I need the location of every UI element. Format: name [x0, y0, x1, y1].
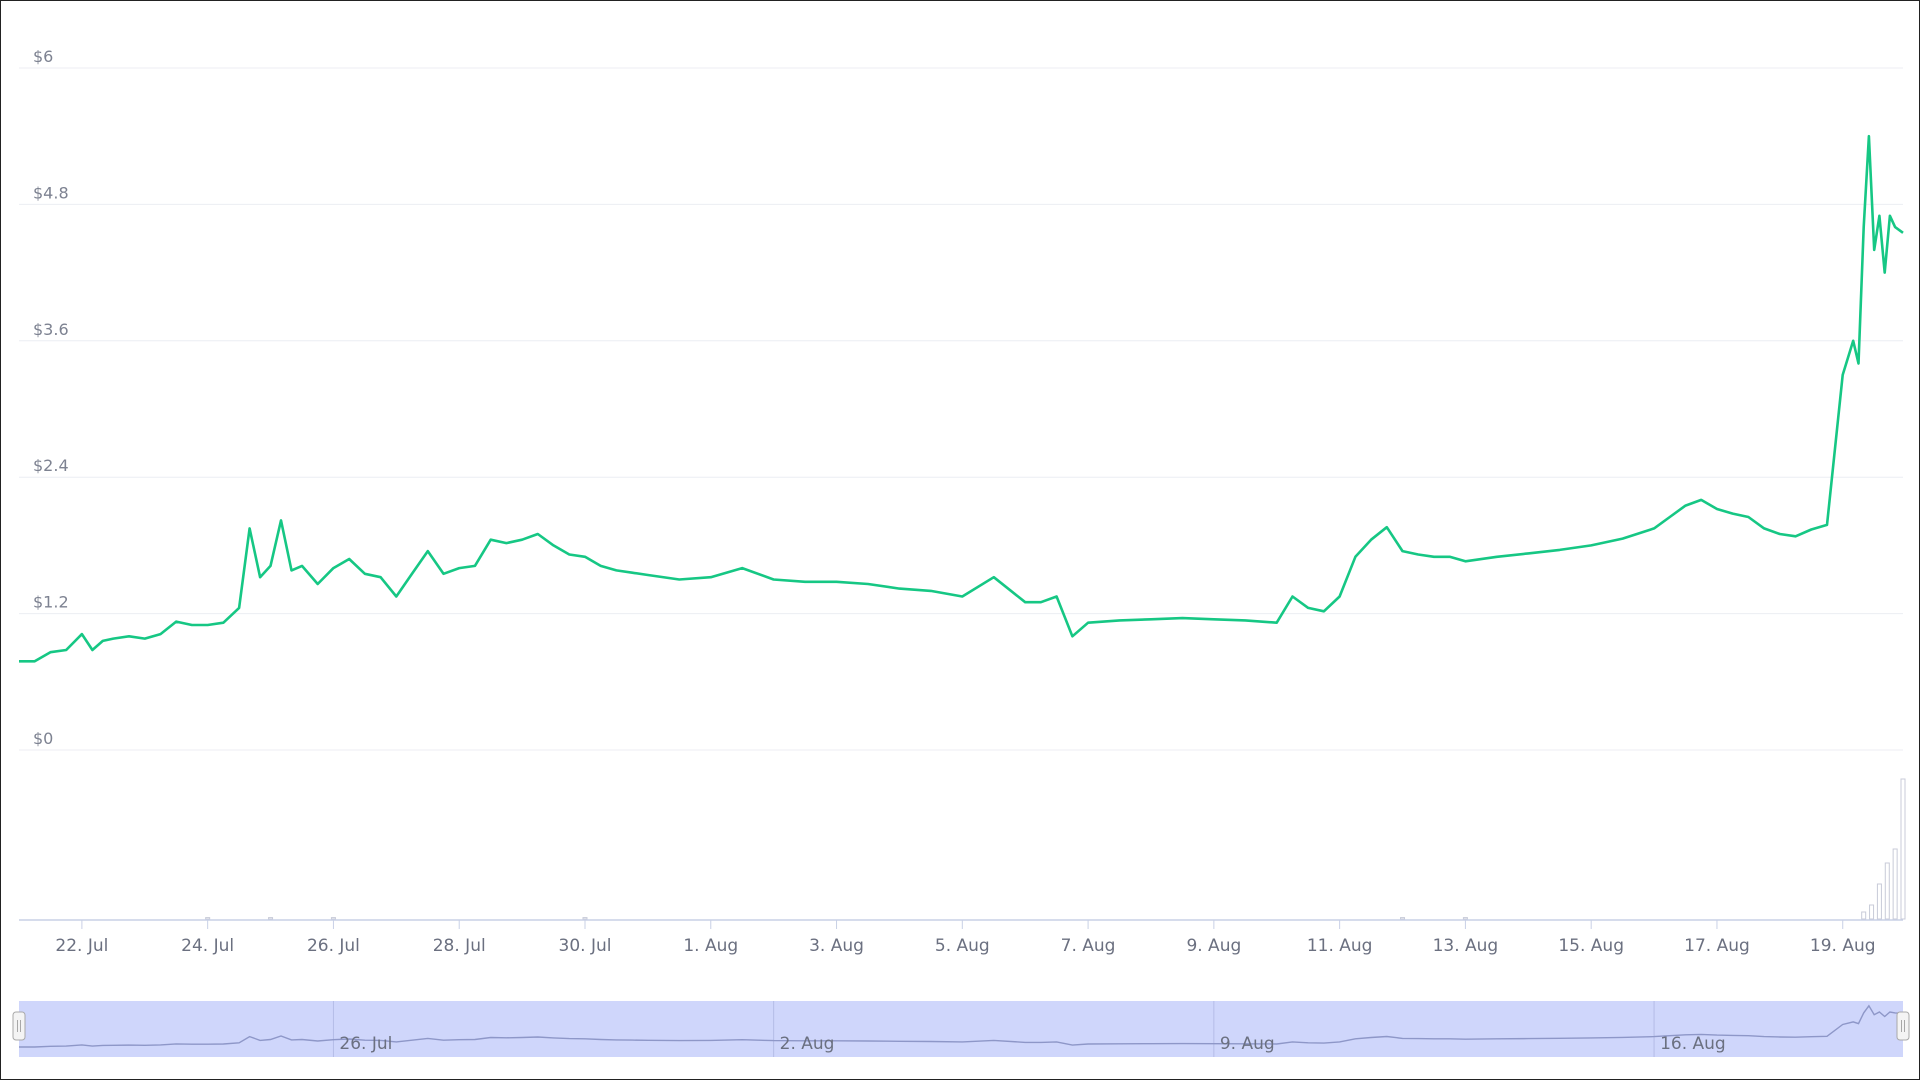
grid-lines [19, 67, 1903, 751]
x-tick-label: 30. Jul [559, 936, 612, 956]
navigator-selection[interactable] [19, 1001, 1903, 1057]
volume-bar [582, 917, 588, 920]
navigator-handle-grip[interactable] [1896, 1011, 1910, 1041]
x-tick-label: 1. Aug [683, 936, 738, 956]
x-tick-label: 11. Aug [1307, 936, 1373, 956]
volume-bar [1400, 917, 1406, 920]
x-tick-label: 19. Aug [1810, 936, 1876, 956]
x-axis-ticks: 22. Jul 24. Jul 26. Jul 28. Jul 30. Jul 1. Au… [55, 920, 1876, 956]
y-tick-label: $3.6 [33, 320, 69, 339]
y-tick-label: $6 [33, 47, 53, 66]
x-tick-label: 9. Aug [1186, 936, 1241, 956]
volume-bar [330, 917, 336, 920]
navigator-handle-grip[interactable] [12, 1011, 26, 1041]
price-line [19, 134, 1904, 663]
price-series [19, 134, 1904, 663]
volume-bar [1892, 848, 1898, 920]
x-tick-label: 26. Jul [307, 936, 360, 956]
volume-bar [1462, 917, 1468, 920]
x-tick-label: 15. Aug [1558, 936, 1624, 956]
x-tick-label: 13. Aug [1433, 936, 1499, 956]
navigator-tick-label: 2. Aug [780, 1034, 835, 1054]
price-chart: $0 $1.2 $2.4 $3.6 $4.8 $6 22. Jul 24. Jul 26. J… [12, 47, 1910, 1057]
x-tick-label: 3. Aug [809, 936, 864, 956]
y-tick-label: $1.2 [33, 593, 69, 612]
x-tick-label: 7. Aug [1061, 936, 1116, 956]
x-tick-label: 24. Jul [181, 936, 234, 956]
x-tick-label: 22. Jul [55, 936, 108, 956]
navigator-tick-label: 16. Aug [1660, 1034, 1726, 1054]
navigator-tick-label: 26. Jul [339, 1034, 392, 1054]
x-tick-label: 5. Aug [935, 936, 990, 956]
navigator-tick-label: 9. Aug [1220, 1034, 1275, 1054]
volume-bar [1869, 904, 1875, 920]
y-tick-label: $0 [33, 729, 53, 748]
y-axis-ticks: $0 $1.2 $2.4 $3.6 $4.8 $6 [33, 47, 69, 748]
chart-frame: $0 $1.2 $2.4 $3.6 $4.8 $6 22. Jul 24. Jul 26. J… [0, 0, 1920, 1080]
y-tick-label: $4.8 [33, 183, 69, 202]
volume-bar [268, 917, 274, 920]
navigator[interactable]: 26. Jul 2. Aug 9. Aug 16. Aug [12, 1001, 1910, 1057]
volume-bar [1876, 883, 1882, 920]
volume-bar [1900, 778, 1906, 920]
volume-bar [1884, 862, 1890, 920]
volume-bar [1861, 911, 1867, 920]
x-tick-label: 28. Jul [433, 936, 486, 956]
volume-bar [205, 917, 211, 920]
y-tick-label: $2.4 [33, 456, 69, 475]
navigator-handle-left[interactable] [12, 1011, 26, 1041]
navigator-handle-right[interactable] [1896, 1011, 1910, 1041]
x-tick-label: 17. Aug [1684, 936, 1750, 956]
volume-bars [205, 778, 1906, 920]
